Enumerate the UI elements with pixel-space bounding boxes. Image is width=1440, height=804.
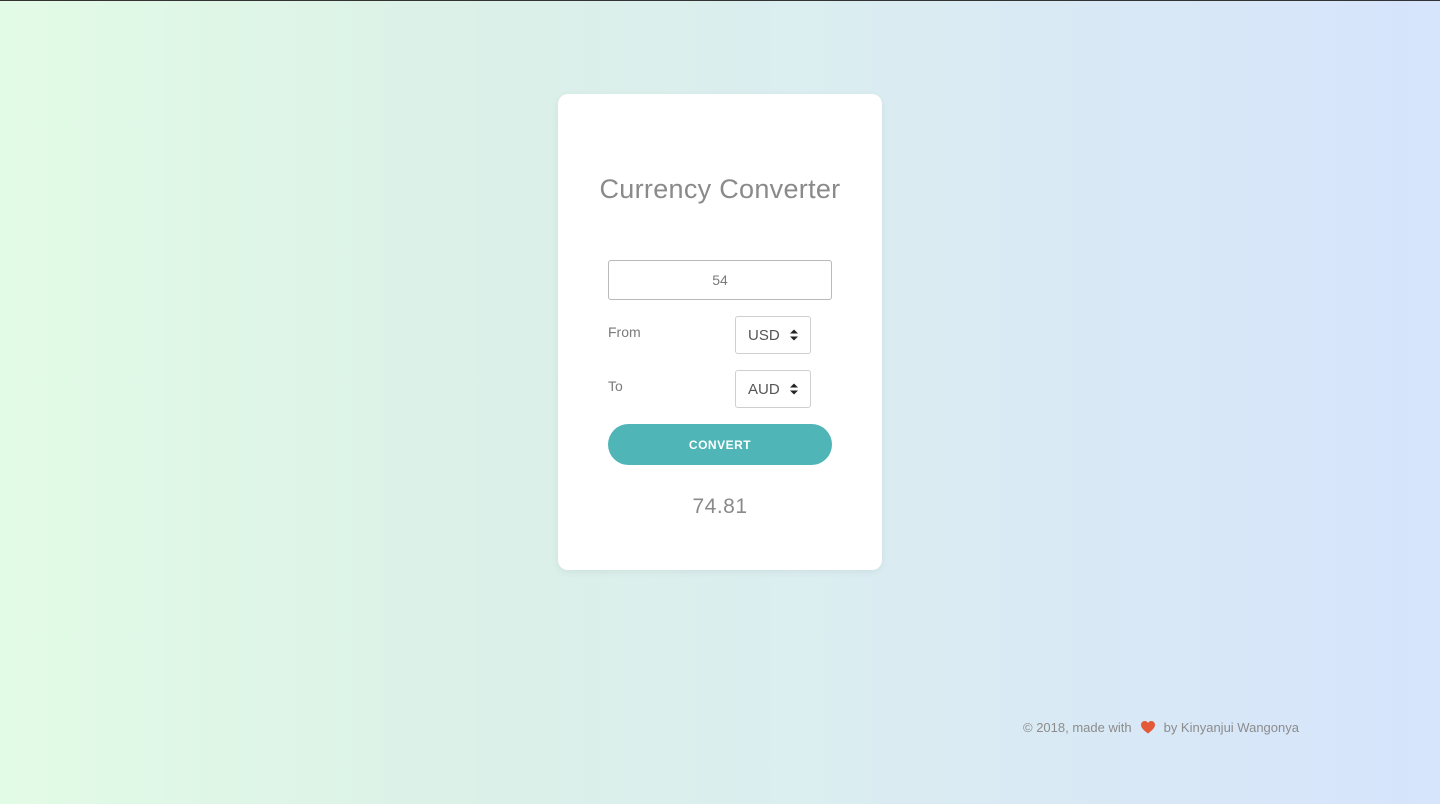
conversion-result: 74.81 bbox=[692, 495, 748, 518]
from-currency-value: USD bbox=[748, 326, 780, 344]
footer-suffix: by Kinyanjui Wangonya bbox=[1163, 720, 1299, 735]
from-label: From bbox=[608, 324, 641, 340]
amount-input[interactable] bbox=[608, 260, 832, 300]
convert-button[interactable]: CONVERT bbox=[608, 424, 832, 465]
select-arrows-icon bbox=[790, 383, 798, 395]
to-label: To bbox=[608, 378, 623, 394]
converter-card: Currency Converter From USD To AUD CONVE… bbox=[558, 94, 882, 570]
footer: © 2018, made with by Kinyanjui Wangonya bbox=[1023, 720, 1299, 735]
to-currency-value: AUD bbox=[748, 380, 780, 398]
heart-icon bbox=[1140, 721, 1155, 734]
from-currency-select[interactable]: USD bbox=[735, 316, 811, 354]
select-arrows-icon bbox=[790, 329, 798, 341]
to-currency-select[interactable]: AUD bbox=[735, 370, 811, 408]
footer-prefix: © 2018, made with bbox=[1023, 720, 1132, 735]
page-title: Currency Converter bbox=[599, 174, 841, 204]
